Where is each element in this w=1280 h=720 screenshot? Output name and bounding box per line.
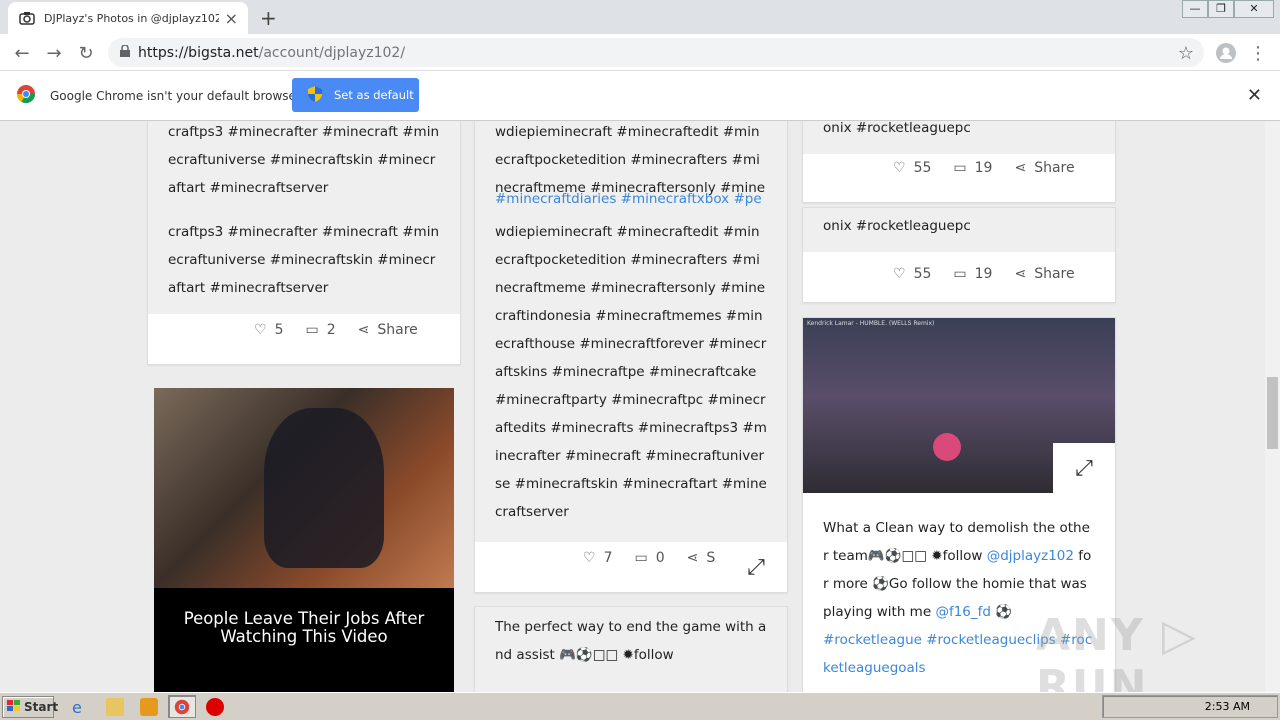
forward-icon[interactable]: → [42,41,66,65]
comment-icon[interactable]: ▭ [634,550,647,566]
minimize-button[interactable]: — [1182,0,1208,18]
post-caption: The perfect way to end the game with a n… [495,619,767,663]
menu-dots-icon[interactable]: ⋮ [1246,41,1270,65]
address-bar[interactable]: https://bigsta.net/account/djplayz102/ [108,38,1204,67]
share-icon[interactable]: ⋖ [358,322,370,338]
caption-area: onix #rocketleaguepc [803,208,1115,252]
comment-icon[interactable]: ▭ [305,322,318,338]
heart-icon[interactable]: ♡ [893,266,906,282]
mention-link[interactable]: @f16_fd [935,604,991,620]
post-caption: craftps3 #minecrafter #minecraft #minecr… [168,224,440,296]
set-as-default-button[interactable]: Set as default [292,78,419,112]
ad-figure [264,408,384,568]
comments-count: 2 [326,322,336,338]
windows-logo-icon [7,699,21,715]
post-stats: ♡ 55 ▭ 19 ⋖ Share [893,160,1097,176]
stop-icon[interactable] [206,698,224,716]
share-icon[interactable]: ⋖ [1014,266,1026,282]
share-label[interactable]: Share [377,322,417,338]
scrollbar-thumb[interactable] [1267,377,1278,449]
reload-icon[interactable]: ↻ [74,41,98,65]
post-card: onix #rocketleaguepc ♡ 55 ▭ 19 ⋖ Share [802,207,1116,303]
share-label[interactable]: S [706,550,715,566]
shield-icon [308,85,322,105]
clock: 2:53 AM [1204,700,1250,713]
heart-icon[interactable]: ♡ [254,322,267,338]
caption-text: ⚽ [990,604,1013,620]
post-caption-partial: #minecraftdiaries #minecraftxbox #pe [495,191,762,207]
post-caption: craftps3 #minecrafter #minecraft #minecr… [168,124,440,196]
comment-icon[interactable]: ▭ [953,266,966,282]
likes-count: 7 [603,550,613,566]
lock-icon [120,43,130,61]
comments-count: 19 [974,160,993,176]
infobar-close-icon[interactable]: ✕ [1247,85,1262,106]
post-stats: ♡ 55 ▭ 19 ⋖ Share [893,266,1097,282]
feed-content: craftps3 #minecrafter #minecraft #minecr… [0,121,1265,692]
browser-toolbar: ← → ↻ https://bigsta.net/account/djplayz… [0,34,1280,71]
video-title: Kendrick Lamar - HUMBLE. (WELLS Remix) [807,320,935,327]
car-figure [933,433,961,461]
expand-icon[interactable]: ⤢ [1053,443,1115,493]
post-stats: ♡ 5 ▭ 2 ⋖ Share [254,322,440,338]
caption-area: wdiepieminecraft #minecraftedit #minecra… [475,121,787,542]
ad-image [154,388,454,588]
windows-taskbar: Start e 2:53 AM [0,692,1280,720]
tab-close-icon[interactable]: × [225,9,238,28]
comments-count: 19 [974,266,993,282]
chrome-logo-icon [16,84,36,108]
comments-count: 0 [655,550,665,566]
share-icon[interactable]: ⋖ [687,550,699,566]
heart-icon[interactable]: ♡ [893,160,906,176]
post-card: The perfect way to end the game with a n… [474,606,788,692]
post-caption: wdiepieminecraft #minecraftedit #minecra… [495,224,767,520]
tab-title: DJPlayz's Photos in @djplayz102 Soc [44,11,219,25]
bookmark-star-icon[interactable]: ☆ [1174,41,1198,65]
ad-caption: People Leave Their Jobs After Watching T… [183,609,425,646]
infobar-message: Google Chrome isn't your default browser [50,88,301,103]
new-tab-button[interactable]: + [260,6,277,30]
post-caption: onix #rocketleaguepc [823,121,971,136]
url-text: https://bigsta.net/account/djplayz102/ [138,44,406,61]
ie-icon[interactable]: e [72,698,90,717]
back-icon[interactable]: ← [10,41,34,65]
expand-icon[interactable]: ⤢ [725,542,787,592]
profile-avatar-icon[interactable] [1214,41,1238,65]
media-player-icon[interactable] [140,698,158,716]
share-label[interactable]: Share [1034,160,1074,176]
caption-area: onix #rocketleaguepc [803,121,1115,154]
caption-area: The perfect way to end the game with a n… [475,607,787,692]
folder-icon[interactable] [106,698,124,716]
caption-area: craftps3 #minecrafter #minecraft #minecr… [148,121,460,314]
heart-icon[interactable]: ♡ [583,550,596,566]
likes-count: 55 [913,160,932,176]
chrome-taskbar-button[interactable] [168,695,196,718]
start-button[interactable]: Start [2,696,58,718]
likes-count: 55 [913,266,932,282]
mention-link[interactable]: @djplayz102 [987,548,1074,564]
post-card: wdiepieminecraft #minecraftedit #minecra… [474,121,788,593]
post-caption: onix #rocketleaguepc [823,218,971,234]
close-window-button[interactable]: ✕ [1234,0,1274,18]
browser-tab[interactable]: DJPlayz's Photos in @djplayz102 Soc × [8,2,248,34]
camera-icon [18,9,36,27]
system-tray [1102,695,1278,718]
default-browser-infobar: Google Chrome isn't your default browser… [0,71,1280,121]
share-icon[interactable]: ⋖ [1014,160,1026,176]
tab-strip: DJPlayz's Photos in @djplayz102 Soc × + … [0,0,1280,34]
likes-count: 5 [274,322,284,338]
video-thumbnail[interactable]: Kendrick Lamar - HUMBLE. (WELLS Remix) ⤢ [803,318,1115,493]
set-as-default-label: Set as default [334,88,414,102]
post-card: onix #rocketleaguepc ♡ 55 ▭ 19 ⋖ Share [802,121,1116,203]
ad-card[interactable]: People Leave Their Jobs After Watching T… [154,388,454,692]
post-stats: ♡ 7 ▭ 0 ⋖ S [583,550,737,566]
post-card: craftps3 #minecrafter #minecraft #minecr… [147,121,461,365]
share-label[interactable]: Share [1034,266,1074,282]
start-label: Start [24,700,59,714]
restore-button[interactable]: ❐ [1208,0,1234,18]
page-scrollbar[interactable] [1265,121,1280,692]
comment-icon[interactable]: ▭ [953,160,966,176]
